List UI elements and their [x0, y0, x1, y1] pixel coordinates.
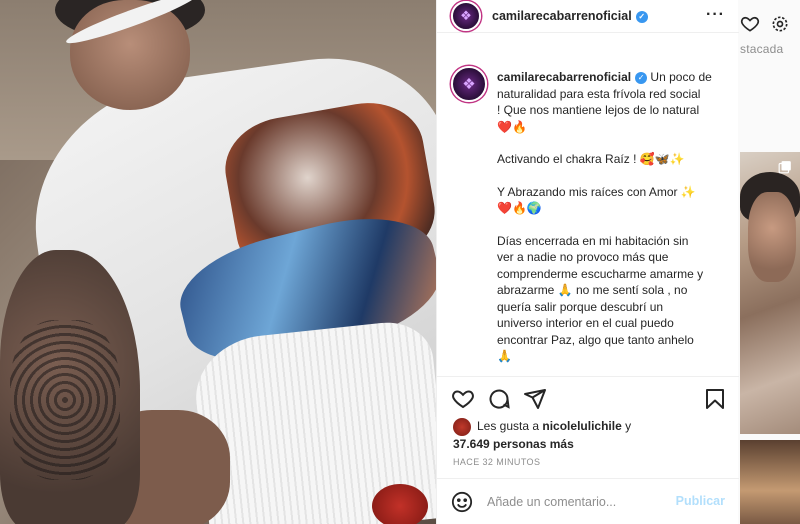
liker-avatar[interactable] [453, 418, 471, 436]
verified-badge-icon: ✓ [635, 10, 648, 23]
post-header: ❖ camilarecabarrenoficial ✓ ··· [437, 0, 739, 33]
caption-line: ❤️🔥 [497, 119, 527, 134]
post-side-panel: ❖ camilarecabarrenoficial ✓ ··· ❖ camilar… [436, 0, 739, 524]
caption-line: Días encerrada en mi habitación sin [497, 233, 689, 248]
caption-line: Y Abrazando mis raíces con Amor ✨ [497, 184, 696, 199]
profile-grid-thumbnail[interactable] [740, 440, 800, 524]
multiple-photos-icon [778, 161, 791, 174]
caption-avatar[interactable]: ❖ [451, 66, 487, 102]
avatar[interactable]: ❖ [451, 1, 481, 31]
comment-input[interactable] [487, 494, 667, 509]
profile-topbar [738, 0, 800, 48]
smiley-icon[interactable] [451, 491, 473, 513]
comment-bar: Publicar [437, 478, 739, 524]
profile-tab-label[interactable]: stacada [740, 42, 783, 56]
liker-username[interactable]: nicolelulichile [542, 419, 621, 433]
post-caption: ❖ camilarecabarrenoficial ✓ Un poco de na… [451, 66, 733, 366]
caption-text: camilarecabarrenoficial ✓ Un poco de natu… [497, 69, 733, 365]
post-timestamp[interactable]: HACE 32 MINUTOS [453, 457, 540, 467]
caption-line: Un poco de [650, 70, 712, 84]
caption-line: 🙏 [497, 349, 512, 363]
heart-nav-icon[interactable] [740, 14, 760, 34]
caption-line: ! Que nos mantiene lejos de lo natural [497, 103, 700, 117]
verified-badge-icon: ✓ [635, 71, 648, 84]
settings-nav-icon[interactable] [770, 14, 790, 34]
post-photo[interactable] [0, 0, 436, 524]
caption-line: comprenderme escucharme amarme y [497, 266, 704, 281]
caption-username[interactable]: camilarecabarrenoficial [497, 70, 631, 84]
more-options-icon[interactable]: ··· [706, 6, 725, 24]
heart-icon[interactable] [451, 387, 475, 411]
caption-line: Activando el chakra Raíz ! 🥰🦋✨ [497, 152, 685, 166]
caption-line: quería salir porque descubrí un [497, 299, 664, 314]
caption-line: naturalidad para esta frívola red social [497, 86, 701, 101]
bookmark-icon[interactable] [703, 387, 727, 411]
likes-summary: Les gusta a nicolelulichile y 37.649 per… [453, 418, 632, 451]
caption-line: abrazarme 🙏 no me sentí sola , no [497, 283, 688, 297]
post-actions [437, 376, 739, 418]
publish-button[interactable]: Publicar [676, 494, 725, 508]
likes-count[interactable]: 37.649 personas más [453, 437, 574, 451]
comment-icon[interactable] [487, 387, 511, 411]
caption-line: universo interior en el cual puedo [497, 316, 674, 330]
caption-line: encontrar Paz, algo que tanto anhelo [497, 332, 694, 347]
post-username[interactable]: camilarecabarrenoficial ✓ [492, 9, 648, 23]
caption-line: ❤️🔥🌍 [497, 201, 542, 215]
caption-line: ver a nadie no provoco más que [497, 250, 669, 264]
profile-grid-thumbnail[interactable] [740, 152, 800, 434]
paper-plane-icon[interactable] [523, 387, 547, 411]
